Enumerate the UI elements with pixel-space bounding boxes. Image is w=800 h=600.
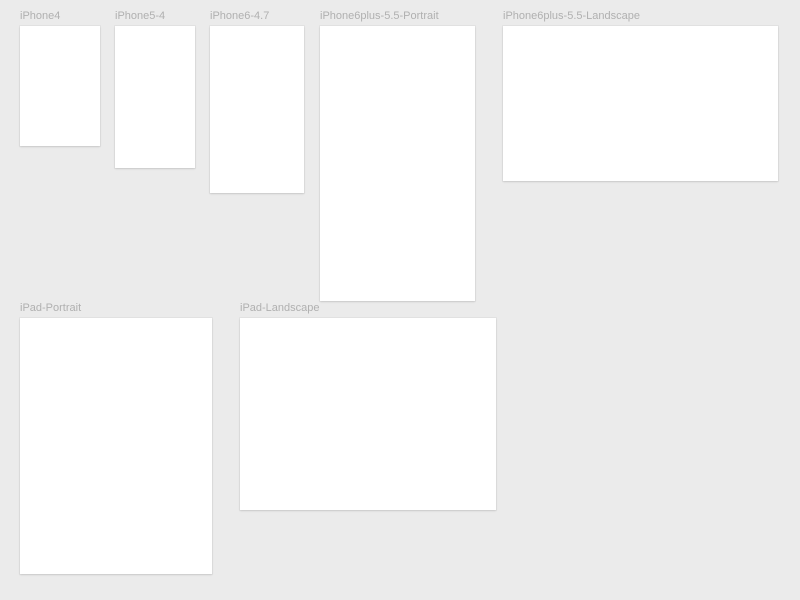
artboard-label[interactable]: iPad-Portrait [20,302,212,314]
artboard-canvas[interactable] [115,26,195,168]
artboard-label[interactable]: iPhone5-4 [115,10,195,22]
artboard-group-iphone6plus-55-portrait[interactable]: iPhone6plus-5.5-Portrait [320,10,475,301]
artboard-label[interactable]: iPhone6plus-5.5-Landscape [503,10,778,22]
artboard-canvas[interactable] [240,318,496,510]
artboard-label[interactable]: iPhone6plus-5.5-Portrait [320,10,475,22]
artboard-canvas[interactable] [503,26,778,181]
artboard-group-ipad-portrait[interactable]: iPad-Portrait [20,302,212,574]
artboard-canvas[interactable] [210,26,304,193]
artboard-canvas[interactable] [320,26,475,301]
artboard-label[interactable]: iPhone6-4.7 [210,10,304,22]
artboard-group-iphone5-4[interactable]: iPhone5-4 [115,10,195,168]
artboard-canvas[interactable] [20,26,100,146]
artboard-group-ipad-landscape[interactable]: iPad-Landscape [240,302,496,510]
artboard-canvas[interactable] [20,318,212,574]
artboard-group-iphone6plus-55-landscape[interactable]: iPhone6plus-5.5-Landscape [503,10,778,181]
artboard-label[interactable]: iPad-Landscape [240,302,496,314]
artboard-group-iphone4[interactable]: iPhone4 [20,10,100,146]
artboard-label[interactable]: iPhone4 [20,10,100,22]
artboard-group-iphone6-47[interactable]: iPhone6-4.7 [210,10,304,193]
